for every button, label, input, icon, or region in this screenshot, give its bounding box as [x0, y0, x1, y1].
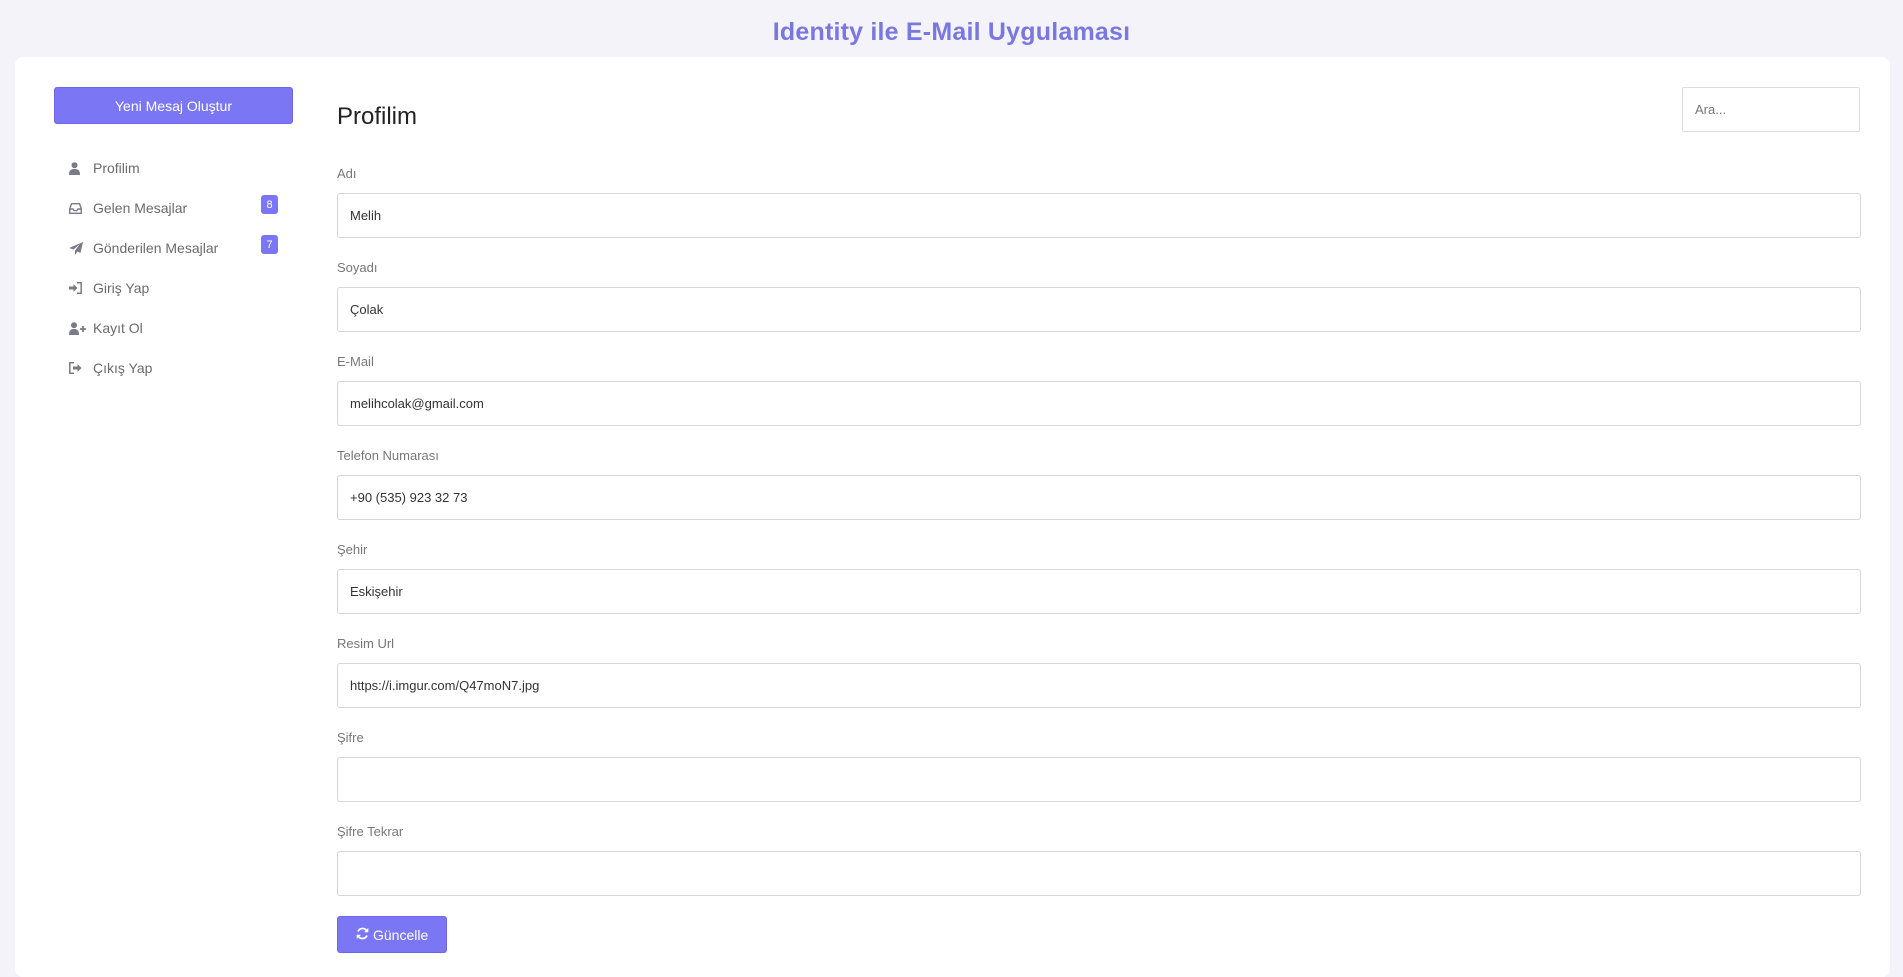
sidebar-item-register[interactable]: Kayıt Ol	[54, 308, 293, 348]
sidebar-item-label: Gönderilen Mesajlar	[93, 240, 219, 256]
sidebar-item-label: Giriş Yap	[93, 280, 150, 296]
sidebar-item-logout[interactable]: Çıkış Yap	[54, 348, 293, 388]
sign-out-icon	[69, 362, 91, 374]
password-input[interactable]	[337, 757, 1861, 802]
refresh-icon	[356, 927, 369, 943]
phone-label: Telefon Numarası	[337, 448, 439, 463]
image-url-label: Resim Url	[337, 636, 395, 651]
last-name-label: Soyadı	[337, 260, 378, 275]
first-name-input[interactable]	[337, 193, 1861, 238]
update-button-label: Güncelle	[373, 926, 429, 943]
search-input[interactable]	[1682, 87, 1860, 132]
paper-plane-icon	[69, 241, 91, 255]
city-input[interactable]	[337, 569, 1861, 614]
sidebar-item-profile[interactable]: Profilim	[54, 148, 293, 188]
user-icon	[69, 161, 91, 175]
last-name-input[interactable]	[337, 287, 1861, 332]
update-button[interactable]: Güncelle	[337, 916, 448, 953]
sidebar-item-inbox[interactable]: Gelen Mesajlar 8	[54, 188, 293, 228]
new-message-button[interactable]: Yeni Mesaj Oluştur	[54, 87, 293, 124]
email-label: E-Mail	[337, 354, 374, 369]
sidebar-item-label: Profilim	[93, 160, 140, 176]
sidebar-item-label: Kayıt Ol	[93, 320, 143, 336]
email-input[interactable]	[337, 381, 1861, 426]
first-name-label: Adı	[337, 166, 357, 181]
profile-form: Adı Soyadı E-Mail Telefon Numarası Şehir…	[337, 160, 1861, 953]
sidebar-item-label: Çıkış Yap	[93, 360, 153, 376]
user-plus-icon	[69, 321, 91, 335]
sidebar-item-label: Gelen Mesajlar	[93, 200, 188, 216]
city-label: Şehir	[337, 542, 368, 557]
phone-input[interactable]	[337, 475, 1861, 520]
sign-in-icon	[69, 282, 91, 294]
sent-count-badge: 7	[261, 235, 278, 254]
inbox-count-badge: 8	[261, 195, 278, 214]
sidebar-item-sent[interactable]: Gönderilen Mesajlar 7	[54, 228, 293, 268]
password-confirm-label: Şifre Tekrar	[337, 824, 404, 839]
sidebar-item-login[interactable]: Giriş Yap	[54, 268, 293, 308]
password-label: Şifre	[337, 730, 364, 745]
image-url-input[interactable]	[337, 663, 1861, 708]
page-title: Profilim	[337, 103, 418, 130]
password-confirm-input[interactable]	[337, 851, 1861, 896]
sidebar-nav: Profilim Gelen Mesajlar 8 Gönderilen Mes…	[54, 148, 293, 388]
app-title: Identity ile E-Mail Uygulaması	[772, 18, 1131, 46]
inbox-icon	[69, 202, 91, 214]
